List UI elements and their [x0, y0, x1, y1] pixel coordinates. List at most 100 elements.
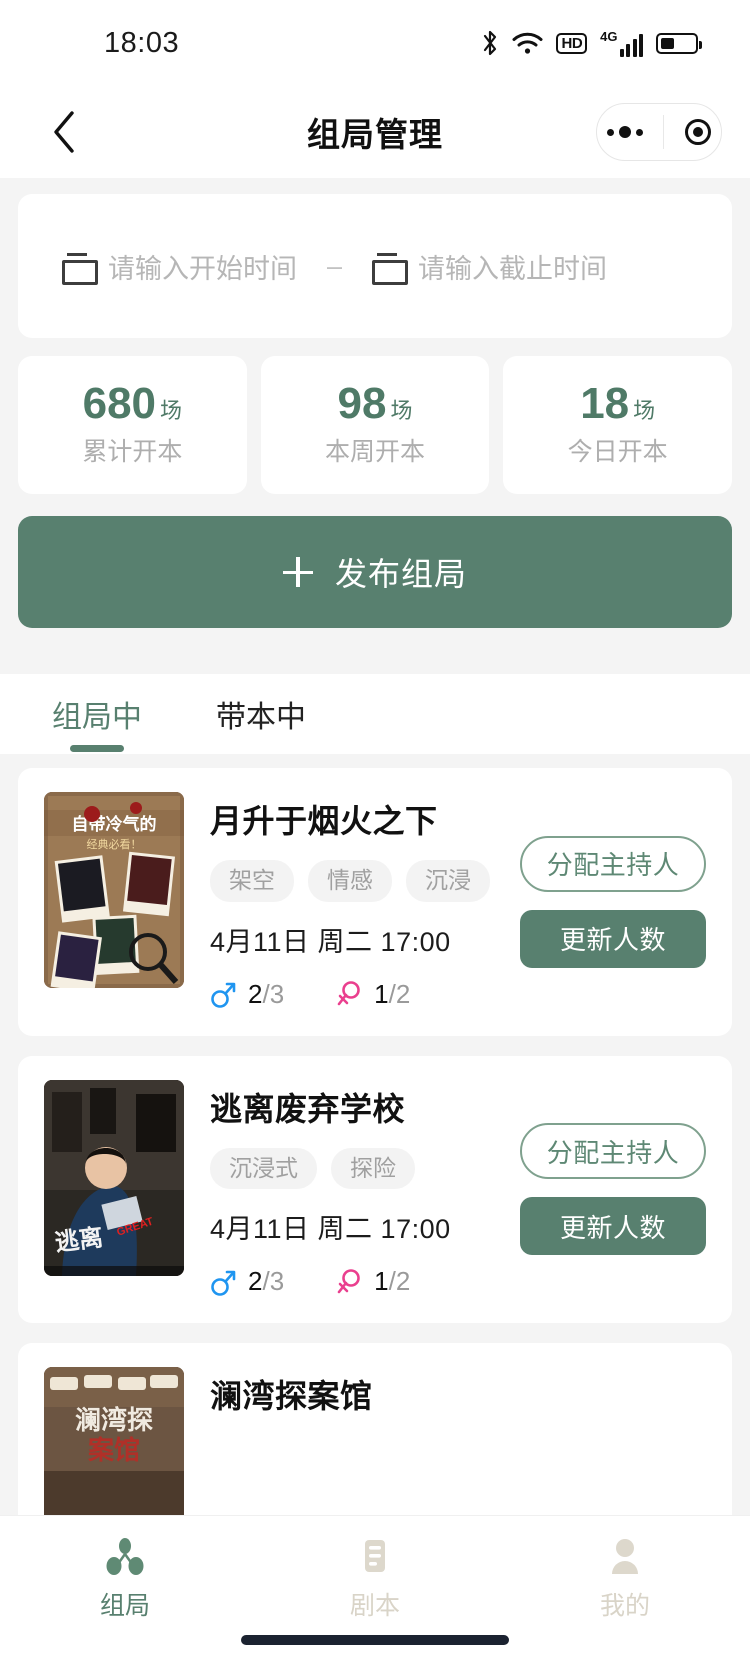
group-icon [106, 1538, 144, 1575]
more-dots-icon[interactable] [607, 126, 644, 138]
tabbar-label-group: 组局 [99, 1592, 150, 1620]
stat-value: 680 [82, 379, 157, 428]
stat-value: 18 [580, 379, 630, 428]
network-type-label: 4G [600, 28, 618, 44]
script-icon [365, 1540, 385, 1572]
wifi-icon [512, 32, 543, 54]
update-count-button[interactable]: 更新人数 [520, 909, 706, 968]
nav-header: 组局管理 [0, 86, 750, 178]
female-total: /2 [388, 978, 411, 1009]
female-total: /2 [388, 1266, 411, 1297]
event-card[interactable]: 自带冷气的 经典必看！ 月升于烟火之下 架空 情感 沉浸 4月11日 周二 17… [18, 768, 732, 1036]
date-range-separator: – [327, 250, 343, 281]
poster-artwork: 自带冷气的 经典必看！ [44, 792, 184, 988]
event-list: 自带冷气的 经典必看！ 月升于烟火之下 架空 情感 沉浸 4月11日 周二 17… [0, 754, 750, 1590]
capsule-divider [663, 115, 665, 149]
stat-card-week[interactable]: 98 场 本周开本 [260, 356, 490, 494]
tab-hosting[interactable]: 带本中 [216, 674, 306, 754]
male-icon [211, 1270, 236, 1296]
event-title: 澜湾探案馆 [210, 1378, 373, 1415]
male-total: /3 [262, 1266, 285, 1297]
stat-unit: 场 [633, 398, 656, 423]
stat-label: 累计开本 [82, 438, 183, 466]
bottom-tabbar: 组局 剧本 我的 [0, 1515, 750, 1667]
stat-unit: 场 [390, 398, 413, 423]
event-tag: 情感 [308, 860, 392, 902]
event-tag: 沉浸 [406, 860, 490, 902]
male-total: /3 [262, 978, 285, 1009]
event-card[interactable]: 逃离 GREAT 逃离废弃学校 沉浸式 探险 4月11日 周二 17:00 2/… [18, 1055, 732, 1324]
status-bar: 18:03 HD 4G [0, 0, 750, 86]
stat-value-group: 18 场 [580, 382, 655, 426]
list-tabs: 组局中 带本中 [0, 674, 750, 754]
female-count-value: 1/2 [374, 1266, 410, 1297]
svg-text:案馆: 案馆 [87, 1435, 140, 1465]
male-count-value: 2/3 [248, 1266, 284, 1297]
svg-text:逃离: 逃离 [53, 1223, 104, 1257]
poster-artwork: 逃离 GREAT [44, 1079, 184, 1276]
stat-card-today[interactable]: 18 场 今日开本 [503, 356, 733, 494]
assign-host-button[interactable]: 分配主持人 [520, 835, 706, 892]
svg-text:经典必看！: 经典必看！ [87, 837, 142, 851]
stat-value-group: 98 场 [338, 382, 413, 426]
bluetooth-icon [484, 30, 497, 56]
event-actions: 分配主持人 更新人数 [520, 1056, 706, 1324]
tabbar-item-mine[interactable]: 我的 [500, 1534, 750, 1622]
end-date-placeholder: 请输入截止时间 [418, 253, 608, 284]
event-poster: 逃离 GREAT [44, 1079, 184, 1276]
publish-event-label: 发布组局 [334, 556, 467, 592]
date-range-filter: 请输入开始时间 – 请输入截止时间 [18, 194, 732, 338]
male-count-value: 2/3 [248, 979, 284, 1010]
event-tag: 架空 [210, 860, 294, 902]
female-icon [337, 1268, 360, 1293]
female-icon [337, 981, 360, 1006]
home-indicator [241, 1635, 509, 1645]
stats-row: 680 场 累计开本 98 场 本周开本 18 场 今日开本 [18, 356, 733, 494]
update-count-button[interactable]: 更新人数 [520, 1197, 706, 1256]
female-count-value: 1/2 [374, 979, 410, 1010]
male-icon [211, 982, 236, 1008]
status-bar-icons: HD 4G [481, 30, 702, 57]
tab-hosting-label: 带本中 [216, 701, 306, 734]
stat-card-total[interactable]: 680 场 累计开本 [18, 356, 247, 494]
end-date-input[interactable]: 请输入截止时间 [372, 247, 607, 286]
male-count: 2/3 [210, 1266, 284, 1297]
male-current: 2 [248, 1266, 263, 1297]
female-count: 1/2 [336, 1266, 410, 1297]
event-poster: 自带冷气的 经典必看！ [44, 792, 184, 988]
target-circle-icon[interactable] [684, 119, 711, 145]
wechat-capsule [596, 103, 722, 161]
stat-unit: 场 [160, 398, 183, 423]
calendar-icon [62, 253, 98, 285]
page-content: 请输入开始时间 – 请输入截止时间 680 场 累计开本 98 场 本周开本 1… [0, 194, 750, 1590]
female-count: 1/2 [336, 979, 410, 1010]
publish-event-button[interactable]: 发布组局 [18, 516, 732, 628]
app-screen: 18:03 HD 4G 组局管理 请输入开始时间 – 请输入截止时间 680 场… [0, 0, 750, 1667]
female-current: 1 [374, 1266, 389, 1297]
start-date-input[interactable]: 请输入开始时间 [62, 247, 297, 286]
assign-host-button[interactable]: 分配主持人 [520, 1123, 706, 1180]
stat-value-group: 680 场 [83, 382, 182, 426]
back-button[interactable] [34, 102, 94, 162]
stat-value: 98 [337, 379, 387, 428]
user-icon [612, 1539, 638, 1574]
male-current: 2 [248, 978, 263, 1009]
tabbar-item-group[interactable]: 组局 [0, 1534, 250, 1622]
event-tag: 沉浸式 [210, 1147, 317, 1190]
stat-label: 本周开本 [325, 438, 426, 466]
stat-label: 今日开本 [567, 438, 668, 466]
signal-bars [619, 33, 643, 57]
battery-icon [656, 32, 702, 54]
plus-icon [282, 557, 313, 587]
hd-icon: HD [556, 32, 588, 54]
chevron-left-icon [54, 111, 74, 153]
svg-text:自带冷气的: 自带冷气的 [72, 814, 157, 834]
signal-4g-icon: 4G [600, 30, 643, 57]
status-bar-time: 18:03 [104, 26, 180, 59]
tabbar-item-script[interactable]: 剧本 [250, 1534, 500, 1622]
tab-organizing[interactable]: 组局中 [52, 674, 142, 754]
female-current: 1 [374, 978, 389, 1009]
event-actions: 分配主持人 更新人数 [520, 768, 706, 1036]
start-date-placeholder: 请输入开始时间 [108, 253, 297, 284]
male-count: 2/3 [210, 979, 284, 1010]
